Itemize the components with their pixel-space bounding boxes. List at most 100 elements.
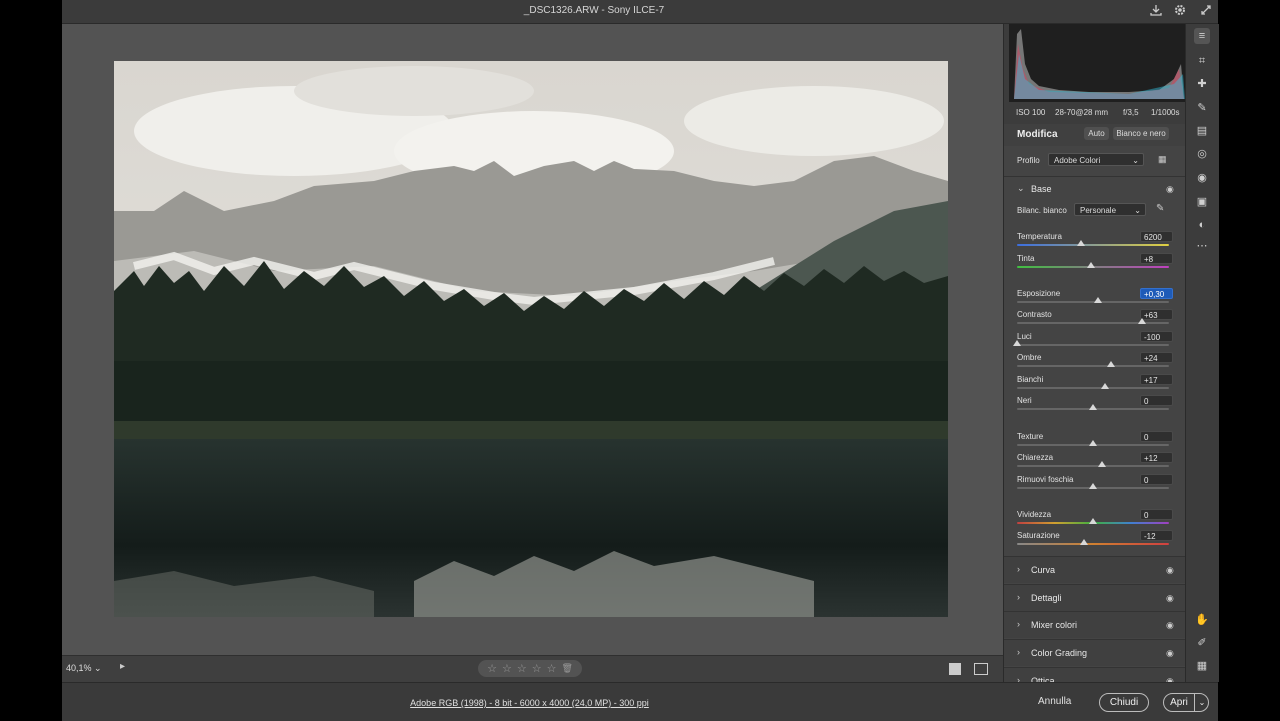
collapse-icon[interactable]	[1198, 3, 1214, 19]
workflow-options-link[interactable]: Adobe RGB (1998) - 8 bit - 6000 x 4000 (…	[62, 698, 997, 708]
gradient-icon[interactable]: ▤	[1194, 123, 1210, 139]
section-curva[interactable]: › Curva ◉	[1004, 556, 1185, 583]
grid-icon[interactable]: ▦	[1194, 658, 1210, 674]
slider-bianchi[interactable]: Bianchi +17	[1017, 374, 1173, 397]
slider-esposizione[interactable]: Esposizione +0,30	[1017, 288, 1173, 311]
slider-value-field[interactable]: +17	[1140, 374, 1173, 385]
slider-thumb[interactable]	[1076, 240, 1085, 246]
slider-value-field[interactable]: 6200	[1140, 231, 1173, 242]
color-sampler-icon[interactable]: ✐	[1194, 635, 1210, 651]
image-canvas[interactable]	[62, 24, 1003, 654]
open-button-label: Apri	[1170, 697, 1188, 708]
star-icon[interactable]: ☆	[487, 662, 497, 675]
presets-icon[interactable]: ◐	[1194, 217, 1210, 233]
edit-header: Modifica Auto Bianco e nero	[1004, 124, 1185, 146]
section-base-header[interactable]: ⌄ Base ◉	[1004, 176, 1185, 201]
slider-value-field[interactable]: 0	[1140, 431, 1173, 442]
rating-stars[interactable]: ☆ ☆ ☆ ☆ ☆ 🗑	[478, 660, 582, 677]
download-icon[interactable]	[1148, 3, 1164, 19]
section-color-grading[interactable]: › Color Grading ◉	[1004, 639, 1185, 666]
eye-icon[interactable]: ◉	[1166, 620, 1174, 631]
slider-thumb[interactable]	[1013, 340, 1021, 346]
slider-track[interactable]	[1017, 465, 1169, 467]
profile-browser-icon[interactable]: ▦	[1158, 154, 1170, 166]
slider-thumb[interactable]	[1101, 383, 1110, 389]
more-icon[interactable]: ⋯	[1194, 238, 1210, 254]
slider-thumb[interactable]	[1093, 297, 1102, 303]
slider-thumb[interactable]	[1089, 483, 1097, 489]
slider-thumb[interactable]	[1087, 262, 1096, 268]
slider-value-field[interactable]: 0	[1140, 395, 1173, 406]
section-dettagli[interactable]: › Dettagli ◉	[1004, 584, 1185, 611]
eye-icon[interactable]: ◉	[1166, 593, 1174, 604]
slider-ombre[interactable]: Ombre +24	[1017, 352, 1173, 375]
filmstrip-toggle-icon[interactable]: ▸	[120, 661, 132, 675]
chevron-down-icon[interactable]: ⌄	[1194, 694, 1209, 711]
healing-icon[interactable]: ✚	[1194, 76, 1210, 92]
black-and-white-button[interactable]: Bianco e nero	[1113, 127, 1169, 140]
brush-icon[interactable]: ✎	[1194, 100, 1210, 116]
section-mixer-colori[interactable]: › Mixer colori ◉	[1004, 611, 1185, 638]
slider-vividezza[interactable]: Vividezza 0	[1017, 509, 1173, 532]
slider-temperatura[interactable]: Temperatura 6200	[1017, 231, 1173, 254]
slider-value-field[interactable]: 0	[1140, 474, 1173, 485]
slider-thumb[interactable]	[1089, 440, 1097, 446]
slider-thumb[interactable]	[1098, 461, 1107, 467]
zoom-level[interactable]: 40,1% ⌄	[66, 663, 102, 674]
section-ottica[interactable]: › Ottica ◉	[1004, 667, 1185, 682]
eyedropper-icon[interactable]: ✎	[1156, 203, 1168, 215]
app-window: _DSC1326.ARW - Sony ILCE-7 40,1% ⌄ ▸ ☆ ☆…	[62, 0, 1219, 721]
crop-icon[interactable]: ⌗	[1194, 53, 1210, 69]
star-icon[interactable]: ☆	[517, 662, 527, 675]
red-eye-icon[interactable]: ◉	[1194, 170, 1210, 186]
trash-icon[interactable]: 🗑	[561, 663, 572, 674]
slider-chiarezza[interactable]: Chiarezza +12	[1017, 452, 1173, 475]
slider-value-field[interactable]: +8	[1140, 253, 1173, 264]
slider-thumb[interactable]	[1089, 404, 1097, 410]
slider-saturazione[interactable]: Saturazione -12	[1017, 530, 1173, 553]
slider-track[interactable]	[1017, 322, 1169, 324]
radial-filter-icon[interactable]: ◎	[1194, 146, 1210, 162]
slider-track[interactable]	[1017, 543, 1169, 545]
single-view-icon[interactable]	[949, 663, 961, 675]
compare-view-icon[interactable]	[974, 663, 988, 675]
white-balance-dropdown[interactable]: Personale ⌄	[1074, 203, 1146, 216]
slider-value-field[interactable]: +24	[1140, 352, 1173, 363]
slider-value-field[interactable]: -12	[1140, 530, 1173, 541]
slider-track[interactable]	[1017, 387, 1169, 389]
slider-track[interactable]	[1017, 244, 1169, 246]
slider-track[interactable]	[1017, 365, 1169, 367]
open-button[interactable]: Apri ⌄	[1163, 693, 1209, 712]
slider-neri[interactable]: Neri 0	[1017, 395, 1173, 418]
eye-icon[interactable]: ◉	[1166, 565, 1174, 576]
slider-thumb[interactable]	[1079, 539, 1088, 545]
auto-button[interactable]: Auto	[1084, 127, 1109, 140]
slider-texture[interactable]: Texture 0	[1017, 431, 1173, 454]
slider-contrasto[interactable]: Contrasto +63	[1017, 309, 1173, 332]
star-icon[interactable]: ☆	[547, 662, 557, 675]
histogram	[1009, 24, 1187, 102]
gear-icon[interactable]	[1172, 3, 1188, 19]
snapshots-icon[interactable]: ▣	[1194, 194, 1210, 210]
eye-icon[interactable]: ◉	[1166, 184, 1174, 195]
star-icon[interactable]: ☆	[532, 662, 542, 675]
slider-value-field[interactable]: +0,30	[1140, 288, 1173, 299]
slider-tinta[interactable]: Tinta +8	[1017, 253, 1173, 276]
profile-dropdown[interactable]: Adobe Colori ⌄	[1048, 153, 1144, 166]
hand-icon[interactable]: ✋	[1194, 612, 1210, 628]
cancel-button[interactable]: Annulla	[1038, 696, 1071, 707]
photo-preview[interactable]	[114, 61, 948, 617]
slider-thumb[interactable]	[1137, 318, 1146, 324]
slider-thumb[interactable]	[1107, 361, 1116, 367]
eye-icon[interactable]: ◉	[1166, 648, 1174, 659]
slider-value-field[interactable]: 0	[1140, 509, 1173, 520]
close-button[interactable]: Chiudi	[1099, 693, 1149, 712]
slider-thumb[interactable]	[1089, 518, 1097, 524]
slider-value-field[interactable]: +12	[1140, 452, 1173, 463]
edit-sliders-icon[interactable]: ≡	[1194, 28, 1210, 44]
star-icon[interactable]: ☆	[502, 662, 512, 675]
slider-value-field[interactable]: -100	[1140, 331, 1173, 342]
slider-luci[interactable]: Luci -100	[1013, 331, 1173, 354]
slider-rimuovi-foschia[interactable]: Rimuovi foschia 0	[1017, 474, 1173, 497]
slider-track[interactable]	[1017, 344, 1169, 346]
